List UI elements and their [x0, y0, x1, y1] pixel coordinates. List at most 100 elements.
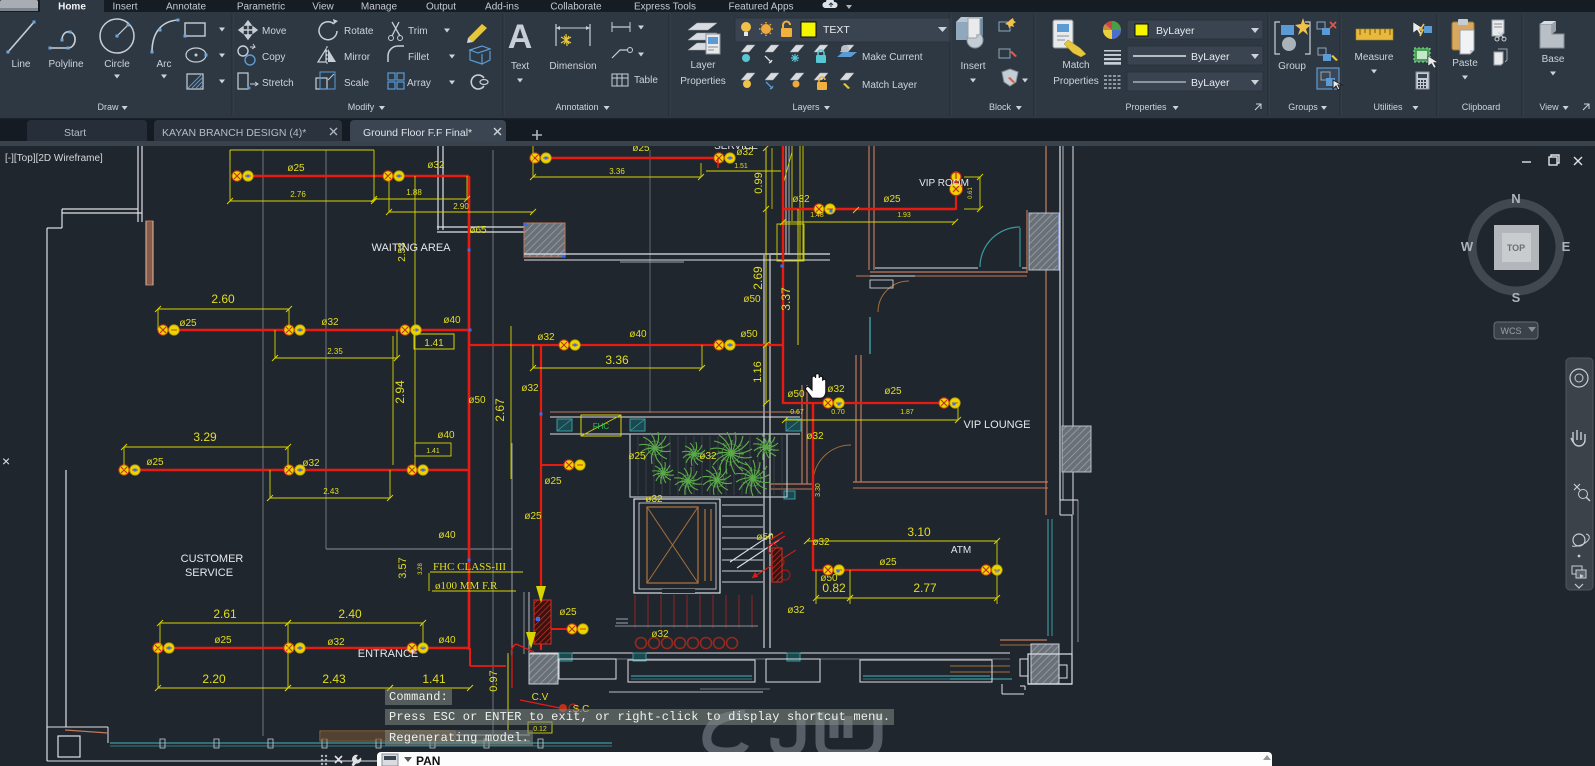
svg-text:ø50: ø50	[740, 329, 758, 340]
svg-text:Line: Line	[12, 59, 31, 70]
svg-text:WCS: WCS	[1501, 326, 1522, 336]
svg-text:ByLayer: ByLayer	[1191, 77, 1230, 89]
svg-text:ø25: ø25	[146, 457, 164, 468]
svg-text:3.28: 3.28	[418, 563, 424, 575]
svg-text:2.94: 2.94	[393, 380, 407, 404]
svg-text:ø25: ø25	[179, 318, 197, 329]
svg-text:ByLayer: ByLayer	[1191, 51, 1230, 63]
svg-text:TOP: TOP	[1507, 243, 1525, 253]
svg-text:2.43: 2.43	[323, 487, 339, 496]
svg-text:1.41: 1.41	[424, 338, 444, 349]
svg-text:Block: Block	[989, 102, 1012, 112]
svg-text:Insert: Insert	[960, 61, 985, 72]
svg-text:1.41: 1.41	[422, 672, 446, 686]
svg-text:ø25: ø25	[287, 163, 305, 174]
svg-text:ø32: ø32	[537, 332, 555, 343]
svg-text:Utilities: Utilities	[1373, 102, 1403, 112]
svg-text:ø32: ø32	[427, 160, 445, 171]
svg-text:ø32: ø32	[327, 637, 345, 648]
svg-text:0.97: 0.97	[488, 670, 500, 691]
svg-text:Circle: Circle	[104, 59, 130, 70]
svg-text:ø32: ø32	[699, 451, 717, 462]
svg-text:ATM: ATM	[951, 545, 971, 556]
svg-text:Parametric: Parametric	[237, 2, 285, 13]
svg-text:2.40: 2.40	[338, 607, 362, 621]
svg-text:C.V: C.V	[532, 692, 549, 703]
svg-text:ø40: ø40	[629, 329, 647, 340]
svg-text:3.36: 3.36	[609, 167, 625, 176]
svg-text:Copy: Copy	[262, 52, 285, 63]
svg-text:PAN: PAN	[416, 754, 440, 766]
svg-text:Groups: Groups	[1288, 102, 1318, 112]
svg-text:E: E	[1562, 239, 1571, 254]
svg-text:ø32: ø32	[645, 494, 663, 505]
svg-text:Express Tools: Express Tools	[634, 2, 696, 13]
svg-text:FHC: FHC	[593, 422, 610, 431]
svg-text:Array: Array	[407, 78, 431, 89]
svg-text:Arc: Arc	[157, 59, 172, 70]
svg-text:Output: Output	[426, 2, 456, 13]
svg-text:W: W	[1461, 239, 1474, 254]
svg-text:Home: Home	[58, 2, 86, 13]
svg-text:ø25: ø25	[884, 386, 902, 397]
svg-text:2.35: 2.35	[327, 347, 343, 356]
svg-text:Annotation: Annotation	[555, 102, 598, 112]
svg-text:1.93: 1.93	[897, 212, 911, 219]
svg-text:1.48: 1.48	[810, 212, 824, 219]
svg-text:Text: Text	[511, 61, 530, 72]
svg-text:ø25: ø25	[628, 451, 646, 462]
svg-text:S: S	[1512, 290, 1521, 305]
svg-text:VIP LOUNGE: VIP LOUNGE	[963, 419, 1030, 431]
svg-text:Manage: Manage	[361, 2, 398, 13]
svg-text:[-][Top][2D Wireframe]: [-][Top][2D Wireframe]	[5, 153, 103, 164]
svg-text:2.20: 2.20	[202, 672, 226, 686]
svg-text:Make Current: Make Current	[862, 52, 923, 63]
svg-text:0.12: 0.12	[533, 726, 547, 733]
svg-text:ø100 MM F.R: ø100 MM F.R	[435, 580, 498, 592]
svg-text:Properties: Properties	[1125, 102, 1167, 112]
svg-text:ø40: ø40	[437, 430, 455, 441]
svg-text:WAITING AREA: WAITING AREA	[371, 242, 451, 254]
svg-text:3.30: 3.30	[815, 483, 822, 497]
svg-text:SERVICE: SERVICE	[185, 567, 233, 579]
svg-text:CUSTOMER: CUSTOMER	[181, 553, 244, 565]
svg-text:ø25: ø25	[524, 511, 542, 522]
svg-text:3.10: 3.10	[907, 525, 931, 539]
svg-text:ø50: ø50	[468, 395, 486, 406]
svg-text:ø32: ø32	[321, 317, 339, 328]
svg-text:ø65: ø65	[469, 225, 487, 236]
svg-text:3.57: 3.57	[397, 557, 409, 578]
svg-text:Annotate: Annotate	[166, 2, 206, 13]
svg-text:Draw: Draw	[97, 102, 119, 112]
svg-text:2.69: 2.69	[751, 266, 765, 290]
svg-text:Clipboard: Clipboard	[1462, 102, 1501, 112]
svg-text:TEXT: TEXT	[823, 24, 850, 36]
svg-text:Layer: Layer	[690, 60, 716, 71]
svg-text:ø25: ø25	[559, 607, 577, 618]
svg-text:2.67: 2.67	[493, 398, 507, 422]
svg-text:Table: Table	[634, 75, 658, 86]
svg-text:Ground Floor F.F Final*: Ground Floor F.F Final*	[363, 127, 472, 139]
svg-text:Insert: Insert	[112, 2, 137, 13]
svg-text:ø40: ø40	[438, 530, 456, 541]
svg-text:ø50: ø50	[787, 389, 805, 400]
svg-text:Properties: Properties	[1053, 76, 1099, 87]
svg-text:ø32: ø32	[827, 384, 845, 395]
svg-text:2.76: 2.76	[290, 190, 306, 199]
svg-text:ø25: ø25	[544, 476, 562, 487]
svg-text:Mirror: Mirror	[344, 52, 371, 63]
svg-text:ø50: ø50	[756, 532, 774, 543]
svg-text:1.51: 1.51	[734, 163, 748, 170]
svg-text:A: A	[508, 18, 533, 56]
svg-text:ø25: ø25	[214, 635, 232, 646]
svg-text:1.87: 1.87	[900, 409, 914, 416]
svg-text:1.88: 1.88	[406, 188, 422, 197]
svg-text:ø32: ø32	[806, 431, 824, 442]
svg-text:3.36: 3.36	[605, 353, 629, 367]
svg-text:Measure: Measure	[1355, 52, 1394, 63]
svg-text:Match: Match	[1062, 60, 1089, 71]
svg-text:ø32: ø32	[787, 605, 805, 616]
svg-text:ENTRANCE: ENTRANCE	[358, 648, 419, 660]
svg-text:ø32: ø32	[521, 383, 539, 394]
svg-text:2.61: 2.61	[213, 607, 237, 621]
